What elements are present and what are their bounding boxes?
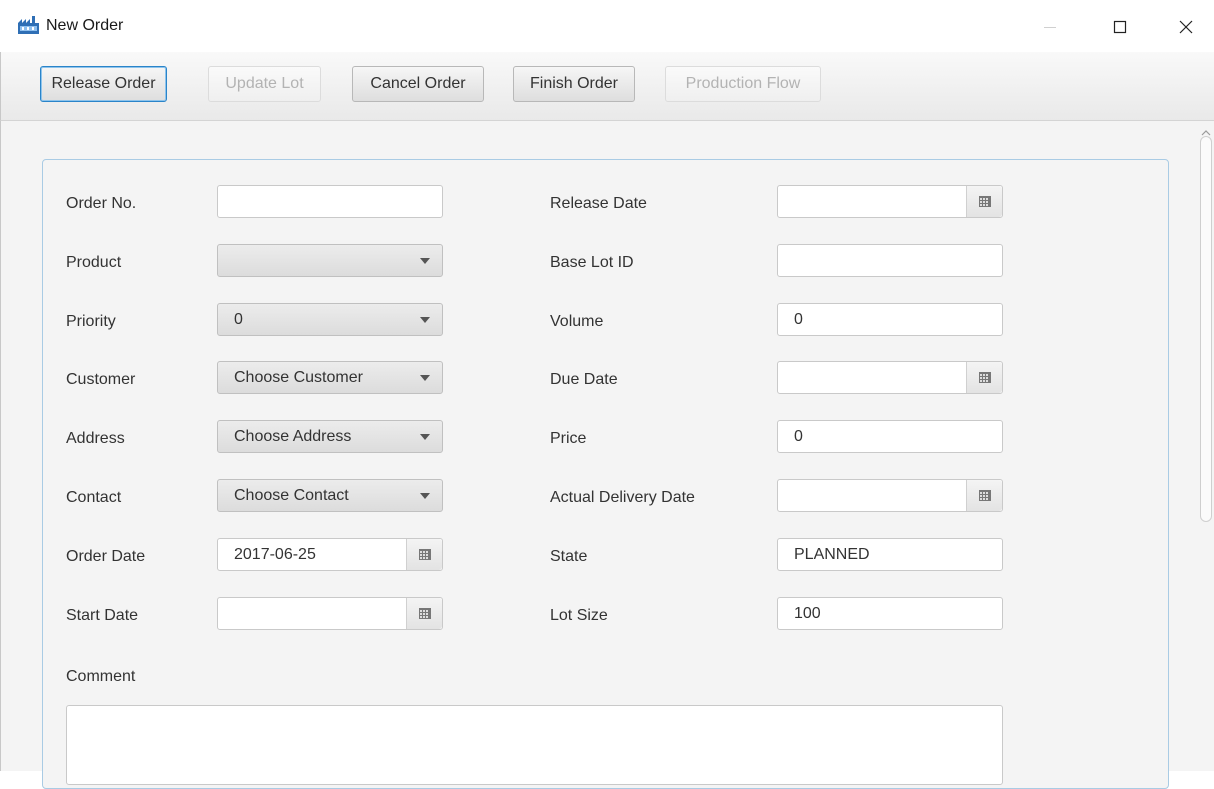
order-date-calendar-button[interactable] bbox=[406, 539, 442, 570]
calendar-icon bbox=[418, 549, 431, 560]
priority-select[interactable]: 0 bbox=[217, 303, 443, 336]
product-label: Product bbox=[66, 254, 122, 271]
base-lot-id-label: Base Lot ID bbox=[550, 254, 634, 271]
price-label: Price bbox=[550, 430, 587, 447]
update-lot-button[interactable]: Update Lot bbox=[208, 66, 321, 102]
order-no-input[interactable] bbox=[217, 185, 443, 218]
release-date-label: Release Date bbox=[550, 195, 647, 212]
volume-label: Volume bbox=[550, 313, 604, 330]
calendar-icon bbox=[978, 490, 991, 501]
comment-textarea[interactable] bbox=[66, 705, 1003, 785]
finish-order-button[interactable]: Finish Order bbox=[513, 66, 635, 102]
maximize-icon bbox=[1113, 20, 1127, 34]
actual-delivery-date-label: Actual Delivery Date bbox=[550, 489, 695, 506]
address-label: Address bbox=[66, 430, 125, 447]
actual-delivery-date-calendar-button[interactable] bbox=[966, 480, 1002, 511]
minimize-icon bbox=[1044, 27, 1056, 28]
priority-label: Priority bbox=[66, 313, 116, 330]
order-no-label: Order No. bbox=[66, 195, 137, 212]
factory-app-icon bbox=[18, 16, 39, 34]
start-date-picker[interactable] bbox=[217, 597, 443, 630]
chevron-down-icon bbox=[420, 493, 430, 499]
scroll-thumb[interactable] bbox=[1200, 136, 1212, 522]
customer-select-value: Choose Customer bbox=[234, 369, 363, 386]
customer-label: Customer bbox=[66, 371, 136, 388]
order-date-picker[interactable]: 2017-06-25 bbox=[217, 538, 443, 571]
base-lot-id-input[interactable] bbox=[777, 244, 1003, 277]
release-date-picker[interactable] bbox=[777, 185, 1003, 218]
state-input[interactable]: PLANNED bbox=[777, 538, 1003, 571]
product-select[interactable] bbox=[217, 244, 443, 277]
calendar-icon bbox=[978, 196, 991, 207]
chevron-down-icon bbox=[420, 434, 430, 440]
release-order-button[interactable]: Release Order bbox=[40, 66, 167, 102]
priority-select-value: 0 bbox=[234, 311, 243, 328]
chevron-down-icon bbox=[420, 375, 430, 381]
start-date-calendar-button[interactable] bbox=[406, 598, 442, 629]
due-date-label: Due Date bbox=[550, 371, 618, 388]
contact-select-value: Choose Contact bbox=[234, 487, 349, 504]
scroll-up-icon[interactable] bbox=[1201, 124, 1211, 136]
actual-delivery-date-picker[interactable] bbox=[777, 479, 1003, 512]
chevron-down-icon bbox=[420, 258, 430, 264]
lot-size-input[interactable]: 100 bbox=[777, 597, 1003, 630]
contact-select[interactable]: Choose Contact bbox=[217, 479, 443, 512]
contact-label: Contact bbox=[66, 489, 122, 506]
comment-label: Comment bbox=[66, 668, 136, 685]
chevron-down-icon bbox=[420, 317, 430, 323]
address-select[interactable]: Choose Address bbox=[217, 420, 443, 453]
start-date-label: Start Date bbox=[66, 607, 139, 624]
calendar-icon bbox=[978, 372, 991, 383]
due-date-picker[interactable] bbox=[777, 361, 1003, 394]
maximize-button[interactable] bbox=[1100, 10, 1140, 44]
release-date-calendar-button[interactable] bbox=[966, 186, 1002, 217]
cancel-order-button[interactable]: Cancel Order bbox=[352, 66, 484, 102]
volume-input[interactable]: 0 bbox=[777, 303, 1003, 336]
price-input[interactable]: 0 bbox=[777, 420, 1003, 453]
order-date-value: 2017-06-25 bbox=[234, 546, 316, 563]
lot-size-label: Lot Size bbox=[550, 607, 608, 624]
customer-select[interactable]: Choose Customer bbox=[217, 361, 443, 394]
due-date-calendar-button[interactable] bbox=[966, 362, 1002, 393]
toolbar: Release Order Update Lot Cancel Order Fi… bbox=[0, 52, 1214, 121]
address-select-value: Choose Address bbox=[234, 428, 352, 445]
close-icon bbox=[1179, 20, 1193, 34]
title-bar: New Order bbox=[0, 0, 1214, 52]
window-title: New Order bbox=[46, 17, 124, 34]
minimize-button[interactable] bbox=[1030, 10, 1070, 44]
close-button[interactable] bbox=[1166, 10, 1206, 44]
calendar-icon bbox=[418, 608, 431, 619]
order-date-label: Order Date bbox=[66, 548, 146, 565]
production-flow-button[interactable]: Production Flow bbox=[665, 66, 821, 102]
state-label: State bbox=[550, 548, 588, 565]
